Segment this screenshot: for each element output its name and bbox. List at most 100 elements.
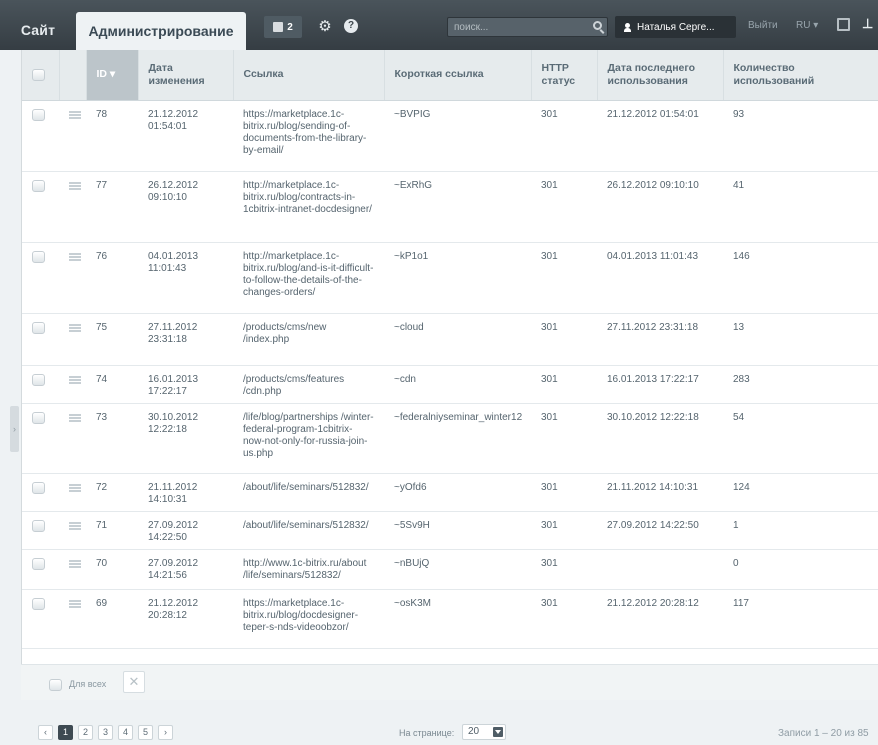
row-select-cell[interactable] — [22, 313, 59, 366]
row-menu-cell[interactable] — [59, 473, 86, 512]
menu-icon[interactable] — [69, 521, 81, 530]
table-row[interactable]: 72 21.11.2012 14:10:31 /about/life/semin… — [22, 473, 878, 512]
column-link[interactable]: Ссылка — [233, 50, 385, 101]
cell-http: 301 — [531, 100, 597, 172]
menu-icon[interactable] — [69, 559, 81, 568]
table-row[interactable]: 70 27.09.2012 14:21:56 http://www.1c-bit… — [22, 549, 878, 590]
table-row[interactable]: 77 26.12.2012 09:10:10 http://marketplac… — [22, 171, 878, 243]
table-row[interactable]: 74 16.01.2013 17:22:17 /products/cms/fea… — [22, 365, 878, 404]
page-2[interactable]: 2 — [78, 725, 93, 740]
menu-icon[interactable] — [69, 483, 81, 492]
menu-icon[interactable] — [69, 181, 81, 190]
sidebar-toggle[interactable]: › — [10, 406, 19, 452]
language-select[interactable]: RU ▾ — [796, 20, 818, 31]
select-all-checkbox[interactable] — [32, 68, 45, 81]
menu-icon[interactable] — [69, 599, 81, 608]
cell-date: 30.10.2012 12:22:18 — [138, 403, 233, 474]
row-checkbox[interactable] — [32, 250, 45, 263]
row-select-cell[interactable] — [22, 549, 59, 590]
notifications-button[interactable]: 2 — [264, 16, 302, 38]
row-checkbox[interactable] — [32, 481, 45, 494]
search-icon[interactable] — [593, 21, 602, 30]
admin-tab[interactable]: Администрирование — [76, 12, 246, 50]
menu-icon[interactable] — [69, 375, 81, 384]
row-menu-cell[interactable] — [59, 511, 86, 550]
page-1[interactable]: 1 — [58, 725, 73, 740]
row-select-cell[interactable] — [22, 100, 59, 172]
search-box[interactable] — [447, 17, 608, 37]
cell-http: 301 — [531, 171, 597, 243]
select-all-header[interactable] — [22, 50, 60, 101]
row-menu-cell[interactable] — [59, 171, 86, 243]
row-select-cell[interactable] — [22, 589, 59, 649]
page-3[interactable]: 3 — [98, 725, 113, 740]
column-id[interactable]: ID ▾ — [86, 50, 139, 101]
per-page-select[interactable]: 20 — [462, 724, 506, 740]
search-input[interactable] — [448, 18, 588, 36]
cell-last-used — [597, 549, 723, 590]
row-select-cell[interactable] — [22, 511, 59, 550]
next-page-button[interactable]: › — [158, 725, 173, 740]
user-button[interactable]: Наталья Серге... — [615, 16, 736, 38]
row-checkbox[interactable] — [32, 108, 45, 121]
cell-link: /products/cms/new /index.php — [233, 313, 384, 366]
row-checkbox[interactable] — [32, 179, 45, 192]
menu-icon[interactable] — [69, 323, 81, 332]
grid-panel: ID ▾ Дата изменения Ссылка Короткая ссыл… — [21, 50, 878, 700]
links-table: ID ▾ Дата изменения Ссылка Короткая ссыл… — [22, 50, 878, 649]
menu-icon[interactable] — [69, 110, 81, 119]
window-icon[interactable] — [837, 18, 850, 31]
cell-count: 41 — [723, 171, 878, 243]
chevron-down-icon[interactable] — [493, 727, 503, 737]
row-checkbox[interactable] — [32, 557, 45, 570]
row-select-cell[interactable] — [22, 365, 59, 404]
delete-button[interactable]: ✕ — [123, 671, 145, 693]
table-row[interactable]: 76 04.01.2013 11:01:43 http://marketplac… — [22, 242, 878, 314]
row-select-cell[interactable] — [22, 171, 59, 243]
column-short[interactable]: Короткая ссылка — [384, 50, 532, 101]
pin-icon[interactable]: ⊥ — [862, 16, 873, 32]
gear-icon[interactable]: ⚙ — [315, 17, 335, 37]
row-checkbox[interactable] — [32, 597, 45, 610]
row-menu-cell[interactable] — [59, 242, 86, 314]
row-select-cell[interactable] — [22, 242, 59, 314]
table-row[interactable]: 73 30.10.2012 12:22:18 /life/blog/partne… — [22, 403, 878, 474]
row-checkbox[interactable] — [32, 321, 45, 334]
menu-icon[interactable] — [69, 413, 81, 422]
cell-http: 301 — [531, 473, 597, 512]
column-http[interactable]: HTTP статус — [531, 50, 598, 101]
help-icon[interactable]: ? — [344, 19, 358, 33]
page-5[interactable]: 5 — [138, 725, 153, 740]
row-menu-cell[interactable] — [59, 100, 86, 172]
row-checkbox[interactable] — [32, 373, 45, 386]
table-row[interactable]: 78 21.12.2012 01:54:01 https://marketpla… — [22, 100, 878, 172]
cell-id: 77 — [86, 171, 138, 243]
table-row[interactable]: 69 21.12.2012 20:28:12 https://marketpla… — [22, 589, 878, 649]
column-date[interactable]: Дата изменения — [138, 50, 234, 101]
notification-icon — [273, 22, 284, 32]
cell-short: ~kP1o1 — [384, 242, 531, 314]
page-4[interactable]: 4 — [118, 725, 133, 740]
row-menu-cell[interactable] — [59, 365, 86, 404]
row-select-cell[interactable] — [22, 473, 59, 512]
row-menu-cell[interactable] — [59, 549, 86, 590]
row-checkbox[interactable] — [32, 411, 45, 424]
row-menu-cell[interactable] — [59, 403, 86, 474]
logout-link[interactable]: Выйти — [748, 20, 778, 31]
row-checkbox[interactable] — [32, 519, 45, 532]
cell-link: /products/cms/features /cdn.php — [233, 365, 384, 404]
cell-link: https://marketplace.1c-bitrix.ru/blog/se… — [233, 100, 384, 172]
row-menu-cell[interactable] — [59, 313, 86, 366]
table-row[interactable]: 71 27.09.2012 14:22:50 /about/life/semin… — [22, 511, 878, 550]
row-select-cell[interactable] — [22, 403, 59, 474]
site-tab[interactable]: Сайт — [10, 12, 66, 48]
for-all-checkbox[interactable] — [49, 679, 62, 691]
menu-icon[interactable] — [69, 252, 81, 261]
cell-date: 21.12.2012 20:28:12 — [138, 589, 233, 649]
row-menu-cell[interactable] — [59, 589, 86, 649]
cell-last-used: 26.12.2012 09:10:10 — [597, 171, 723, 243]
column-count[interactable]: Количество использований — [723, 50, 878, 101]
column-last-used[interactable]: Дата последнего использования — [597, 50, 724, 101]
table-row[interactable]: 75 27.11.2012 23:31:18 /products/cms/new… — [22, 313, 878, 366]
prev-page-button[interactable]: ‹ — [38, 725, 53, 740]
